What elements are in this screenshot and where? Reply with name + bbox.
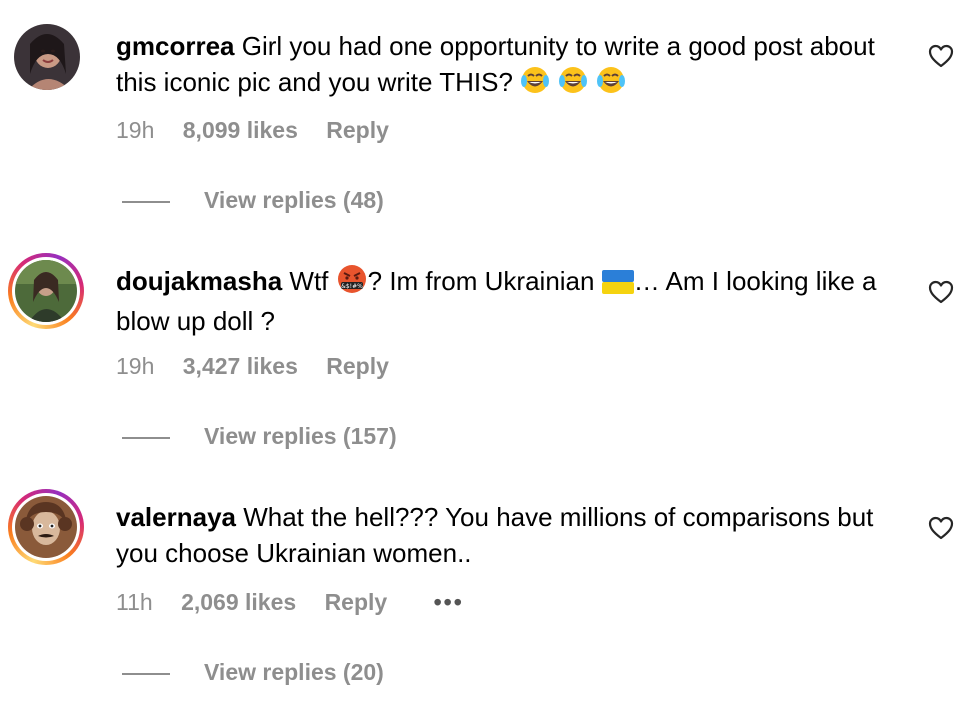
comment-likes[interactable]: 3,427 likes	[183, 352, 298, 380]
view-replies-button[interactable]: View replies (48)	[122, 186, 384, 214]
comment-meta: 11h 2,069 likes Reply •••	[116, 588, 464, 616]
comment-username[interactable]: valernaya	[116, 502, 236, 532]
comment-text: valernaya What the hell??? You have mill…	[116, 499, 906, 571]
replies-divider	[122, 672, 170, 675]
ukraine-flag-icon	[601, 267, 634, 303]
heart-outline-icon[interactable]	[928, 516, 954, 540]
comment-meta: 19h 3,427 likes Reply	[116, 352, 389, 380]
comment-likes[interactable]: 2,069 likes	[181, 588, 296, 616]
avatar-story-ring[interactable]	[8, 489, 84, 565]
comment-time[interactable]: 19h	[116, 116, 154, 144]
avatar-story-ring[interactable]	[8, 253, 84, 329]
svg-text:&$!#%: &$!#%	[341, 283, 363, 290]
heart-outline-icon[interactable]	[928, 44, 954, 68]
replies-divider	[122, 200, 170, 203]
comment-username[interactable]: gmcorrea	[116, 31, 235, 61]
more-options-icon[interactable]: •••	[434, 588, 464, 616]
reply-button[interactable]: Reply	[325, 588, 388, 616]
comment-likes[interactable]: 8,099 likes	[183, 116, 298, 144]
comment-meta: 19h 8,099 likes Reply	[116, 116, 389, 144]
comment-body-middle: ? Im from Ukrainian	[367, 266, 595, 296]
comment-username[interactable]: doujakmasha	[116, 266, 282, 296]
face-with-symbols-on-mouth-icon: &$!#%	[336, 264, 368, 303]
comment-time[interactable]: 11h	[116, 588, 153, 616]
comment-body-start: Wtf	[289, 266, 329, 296]
face-with-tears-of-joy-icon	[520, 65, 630, 104]
view-replies-label: View replies (20)	[204, 659, 384, 685]
avatar	[15, 260, 77, 322]
view-replies-label: View replies (157)	[204, 423, 397, 449]
comment-time[interactable]: 19h	[116, 352, 154, 380]
replies-divider	[122, 436, 170, 439]
heart-outline-icon[interactable]	[928, 280, 954, 304]
view-replies-button[interactable]: View replies (20)	[122, 658, 384, 686]
comment-text: doujakmasha Wtf &$!#% ? Im from Ukrainia…	[116, 263, 906, 339]
reply-button[interactable]: Reply	[326, 116, 389, 144]
comment-text: gmcorrea Girl you had one opportunity to…	[116, 28, 906, 104]
view-replies-button[interactable]: View replies (157)	[122, 422, 397, 450]
reply-button[interactable]: Reply	[326, 352, 389, 380]
view-replies-label: View replies (48)	[204, 187, 384, 213]
avatar[interactable]	[14, 24, 80, 90]
avatar	[15, 496, 77, 558]
